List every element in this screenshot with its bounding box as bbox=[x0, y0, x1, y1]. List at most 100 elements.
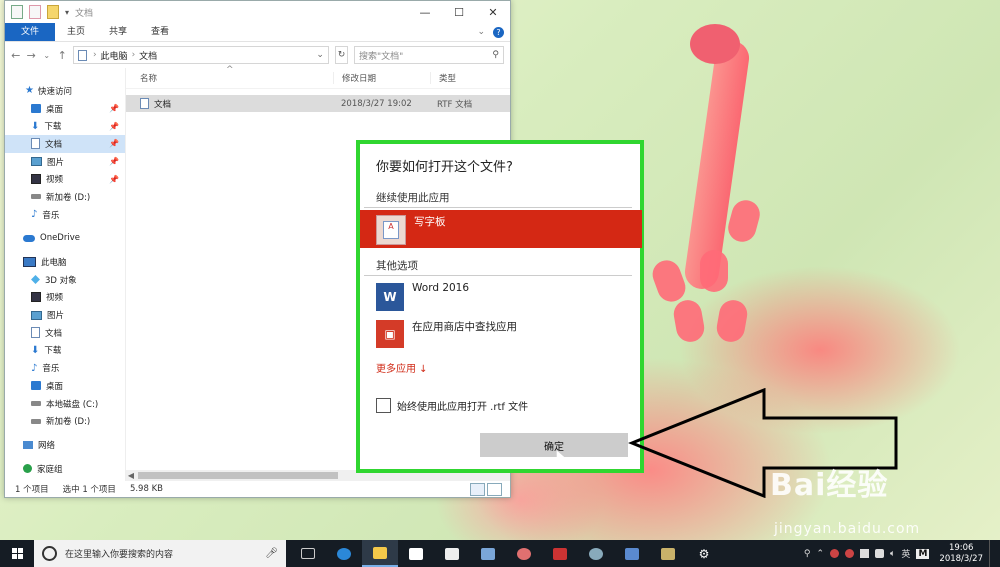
details-view-button[interactable] bbox=[470, 482, 485, 496]
scrollbar-thumb[interactable] bbox=[138, 472, 338, 479]
input-method-indicator[interactable]: 英 bbox=[901, 547, 910, 560]
taskbar-store[interactable] bbox=[398, 540, 434, 567]
address-bar[interactable]: › 此电脑 › 文档 ⌄ bbox=[72, 46, 329, 64]
search-input[interactable]: 搜索"文档" ⚲ bbox=[354, 46, 504, 64]
sidebar-item-label: 本地磁盘 (C:) bbox=[46, 399, 99, 410]
sidebar-item-label: 家庭组 bbox=[37, 464, 63, 475]
sidebar-item-label: 文档 bbox=[45, 328, 63, 339]
cortana-icon bbox=[42, 546, 57, 561]
sidebar-item-network[interactable]: 网络 bbox=[5, 436, 125, 454]
battery-icon[interactable] bbox=[860, 549, 870, 558]
sidebar-item-drive-c[interactable]: 本地磁盘 (C:) bbox=[5, 395, 125, 413]
taskbar-paint-3d[interactable] bbox=[506, 540, 542, 567]
app-option-store[interactable]: ▣ 在应用商店中查找应用 bbox=[360, 315, 642, 353]
column-header-modified[interactable]: 修改日期 bbox=[333, 72, 430, 84]
sidebar-item-pictures[interactable]: 图片 📌 bbox=[5, 153, 125, 171]
volume-icon[interactable]: 🔈︎ bbox=[890, 549, 895, 559]
microphone-icon[interactable]: 🎤︎ bbox=[265, 548, 278, 559]
address-dropdown-icon[interactable]: ⌄ bbox=[316, 50, 324, 60]
taskbar-file-explorer[interactable] bbox=[362, 540, 398, 567]
column-header-type[interactable]: 类型 bbox=[430, 72, 456, 84]
ime-mode-icon[interactable]: M bbox=[916, 548, 930, 559]
more-apps-link[interactable]: 更多应用 ↓ bbox=[376, 360, 428, 375]
file-row[interactable]: 文档 2018/3/27 19:02 RTF 文档 bbox=[126, 95, 510, 112]
tray-app-icon[interactable] bbox=[830, 549, 840, 558]
taskbar-app-1[interactable] bbox=[470, 540, 506, 567]
tab-file[interactable]: 文件 bbox=[5, 23, 56, 41]
network-icon[interactable] bbox=[875, 549, 885, 558]
sidebar-item-videos[interactable]: 视频 📌 bbox=[5, 170, 125, 188]
sidebar-item-this-pc[interactable]: 此电脑 bbox=[5, 253, 125, 271]
breadcrumb-this-pc[interactable]: 此电脑 bbox=[101, 49, 128, 62]
selected-size: 5.98 KB bbox=[129, 484, 163, 494]
app-name: Word 2016 bbox=[412, 282, 470, 294]
documents-icon bbox=[77, 49, 87, 61]
sidebar-item-downloads[interactable]: ⬇ 下载 📌 bbox=[5, 117, 125, 135]
sidebar-item-documents[interactable]: 文档 bbox=[5, 324, 125, 342]
rtf-file-icon bbox=[140, 98, 149, 109]
sidebar-item-onedrive[interactable]: OneDrive bbox=[5, 230, 125, 248]
pin-icon: 📌 bbox=[109, 174, 119, 184]
sidebar-item-desktop[interactable]: 桌面 bbox=[5, 377, 125, 395]
continue-using-heading: 继续使用此应用 bbox=[376, 192, 450, 204]
sidebar-item-desktop[interactable]: 桌面 📌 bbox=[5, 100, 125, 118]
expand-ribbon-icon[interactable]: ⌄ bbox=[477, 27, 485, 37]
large-icons-view-button[interactable] bbox=[487, 482, 502, 496]
folder-icon[interactable] bbox=[47, 5, 59, 19]
always-use-option[interactable]: 始终使用此应用打开 .rtf 文件 bbox=[376, 398, 528, 413]
check-icon[interactable] bbox=[29, 5, 41, 19]
document-icon bbox=[31, 327, 40, 339]
sidebar-item-3d-objects[interactable]: 3D 对象 bbox=[5, 271, 125, 289]
up-button[interactable]: ↑ bbox=[57, 49, 67, 62]
taskbar-app-3[interactable] bbox=[614, 540, 650, 567]
show-hidden-icons-button[interactable]: ⌃ bbox=[816, 549, 824, 559]
tray-app-icon[interactable] bbox=[845, 549, 855, 558]
task-view-button[interactable] bbox=[290, 540, 326, 567]
minimize-button[interactable]: — bbox=[408, 6, 442, 19]
breadcrumb-documents[interactable]: 文档 bbox=[139, 49, 157, 62]
help-icon[interactable]: ? bbox=[493, 26, 504, 38]
properties-icon[interactable] bbox=[11, 5, 23, 19]
tab-home[interactable]: 主页 bbox=[55, 23, 97, 41]
navigation-pane: ★ 快速访问 桌面 📌 ⬇ 下载 📌 文档 📌 图片 📌 视频 📌 新加卷 (D… bbox=[5, 68, 126, 481]
scroll-left-icon[interactable]: ◀ bbox=[126, 471, 136, 480]
app-option-wordpad[interactable]: A 写字板 bbox=[360, 210, 642, 248]
taskbar-paint[interactable] bbox=[578, 540, 614, 567]
show-desktop-button[interactable] bbox=[989, 540, 994, 567]
sidebar-item-music[interactable]: ♪ 音乐 bbox=[5, 359, 125, 377]
sidebar-item-label: 桌面 bbox=[46, 381, 64, 392]
quick-access-dropdown-icon[interactable]: ▾ bbox=[65, 8, 69, 17]
refresh-button[interactable]: ↻ bbox=[334, 46, 348, 64]
tab-share[interactable]: 共享 bbox=[97, 23, 139, 41]
sidebar-item-label: 快速访问 bbox=[37, 86, 72, 97]
sidebar-item-documents[interactable]: 文档 📌 bbox=[5, 135, 125, 153]
maximize-button[interactable]: ☐ bbox=[442, 6, 476, 19]
clock[interactable]: 19:06 2018/3/27 bbox=[939, 543, 983, 565]
taskbar-search-box[interactable]: 在这里输入你要搜索的内容 🎤︎ bbox=[34, 540, 286, 567]
sidebar-item-music[interactable]: ♪ 音乐 bbox=[5, 206, 125, 224]
start-button[interactable] bbox=[0, 540, 34, 567]
sidebar-item-downloads[interactable]: ⬇ 下载 bbox=[5, 342, 125, 360]
app-option-word[interactable]: W Word 2016 bbox=[360, 278, 642, 316]
taskbar-mail[interactable] bbox=[434, 540, 470, 567]
sidebar-item-drive-d[interactable]: 新加卷 (D:) bbox=[5, 188, 125, 206]
tab-view[interactable]: 查看 bbox=[139, 23, 181, 41]
network-icon bbox=[23, 440, 33, 449]
back-button[interactable]: ← bbox=[11, 49, 20, 62]
sidebar-item-drive-d[interactable]: 新加卷 (D:) bbox=[5, 412, 125, 430]
taskbar-settings[interactable]: ⚙ bbox=[686, 540, 722, 567]
sidebar-item-quick-access[interactable]: ★ 快速访问 bbox=[5, 82, 125, 100]
sidebar-item-pictures[interactable]: 图片 bbox=[5, 306, 125, 324]
taskbar-app-2[interactable] bbox=[542, 540, 578, 567]
sidebar-item-homegroup[interactable]: 家庭组 bbox=[5, 460, 125, 478]
sidebar-item-videos[interactable]: 视频 bbox=[5, 289, 125, 307]
taskbar-edge[interactable] bbox=[326, 540, 362, 567]
people-icon[interactable]: ⚲ bbox=[804, 549, 811, 559]
recent-locations-dropdown[interactable]: ⌄ bbox=[42, 51, 51, 60]
windows-logo-icon bbox=[11, 548, 23, 559]
taskbar-app-4[interactable] bbox=[650, 540, 686, 567]
forward-button[interactable]: → bbox=[26, 49, 36, 62]
sidebar-item-label: 下载 bbox=[44, 122, 62, 133]
close-button[interactable]: ✕ bbox=[476, 6, 510, 19]
always-use-checkbox[interactable] bbox=[376, 398, 391, 413]
